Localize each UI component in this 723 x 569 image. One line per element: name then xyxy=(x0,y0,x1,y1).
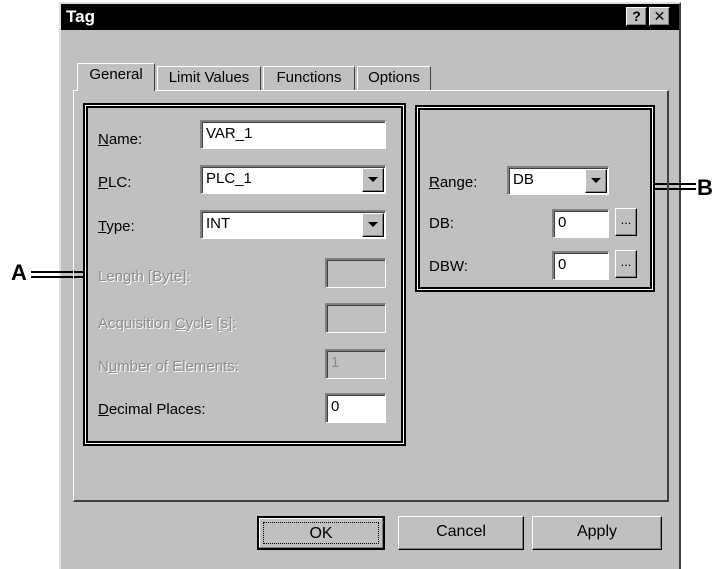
close-button[interactable]: ✕ xyxy=(649,7,670,26)
name-input[interactable]: VAR_1 xyxy=(200,120,386,149)
range-value: DB xyxy=(513,171,534,188)
type-dropdown[interactable]: INT xyxy=(200,210,386,239)
plc-value: PLC_1 xyxy=(206,170,252,187)
chevron-down-icon[interactable] xyxy=(362,213,384,237)
help-button[interactable]: ? xyxy=(626,7,647,26)
dbw-browse-button[interactable]: ... xyxy=(615,250,637,278)
acquisition-cycle-label: Acquisition Cycle [s]: xyxy=(98,315,237,332)
dbw-input[interactable]: 0 xyxy=(552,251,609,280)
tab-options[interactable]: Options xyxy=(357,66,431,90)
acquisition-cycle-input xyxy=(325,303,386,333)
dbw-label: DBW: xyxy=(429,258,468,275)
chevron-down-icon[interactable] xyxy=(362,168,384,192)
ok-button[interactable]: OK xyxy=(257,516,385,550)
db-label: DB: xyxy=(429,215,455,232)
chevron-down-icon[interactable] xyxy=(585,169,607,193)
db-input[interactable]: 0 xyxy=(552,209,609,238)
decimal-places-label: Decimal Places: xyxy=(98,401,206,418)
window-title: Tag xyxy=(66,7,95,26)
number-of-elements-input: 1 xyxy=(325,349,386,379)
callout-label-b: B xyxy=(697,175,713,200)
tab-general[interactable]: General xyxy=(77,63,155,91)
number-of-elements-label: Number of Elements: xyxy=(98,358,239,375)
decimal-places-input[interactable]: 0 xyxy=(325,393,386,423)
cancel-button[interactable]: Cancel xyxy=(398,516,524,550)
plc-label: PLC: xyxy=(98,174,132,191)
title-bar[interactable] xyxy=(61,4,679,30)
range-dropdown[interactable]: DB xyxy=(507,166,609,195)
range-label: Range: xyxy=(429,174,478,191)
db-browse-button[interactable]: ... xyxy=(615,208,637,236)
plc-dropdown[interactable]: PLC_1 xyxy=(200,165,386,194)
apply-button[interactable]: Apply xyxy=(532,516,662,550)
tab-limit-values[interactable]: Limit Values xyxy=(157,66,261,90)
length-input xyxy=(325,258,386,288)
callout-label-a: A xyxy=(11,260,27,285)
type-label: Type: xyxy=(98,218,135,235)
tab-functions[interactable]: Functions xyxy=(263,66,355,90)
type-value: INT xyxy=(206,215,231,232)
ok-label: OK xyxy=(263,522,379,544)
name-label: Name: xyxy=(98,131,143,148)
length-label: Length [Byte]: xyxy=(98,268,191,285)
